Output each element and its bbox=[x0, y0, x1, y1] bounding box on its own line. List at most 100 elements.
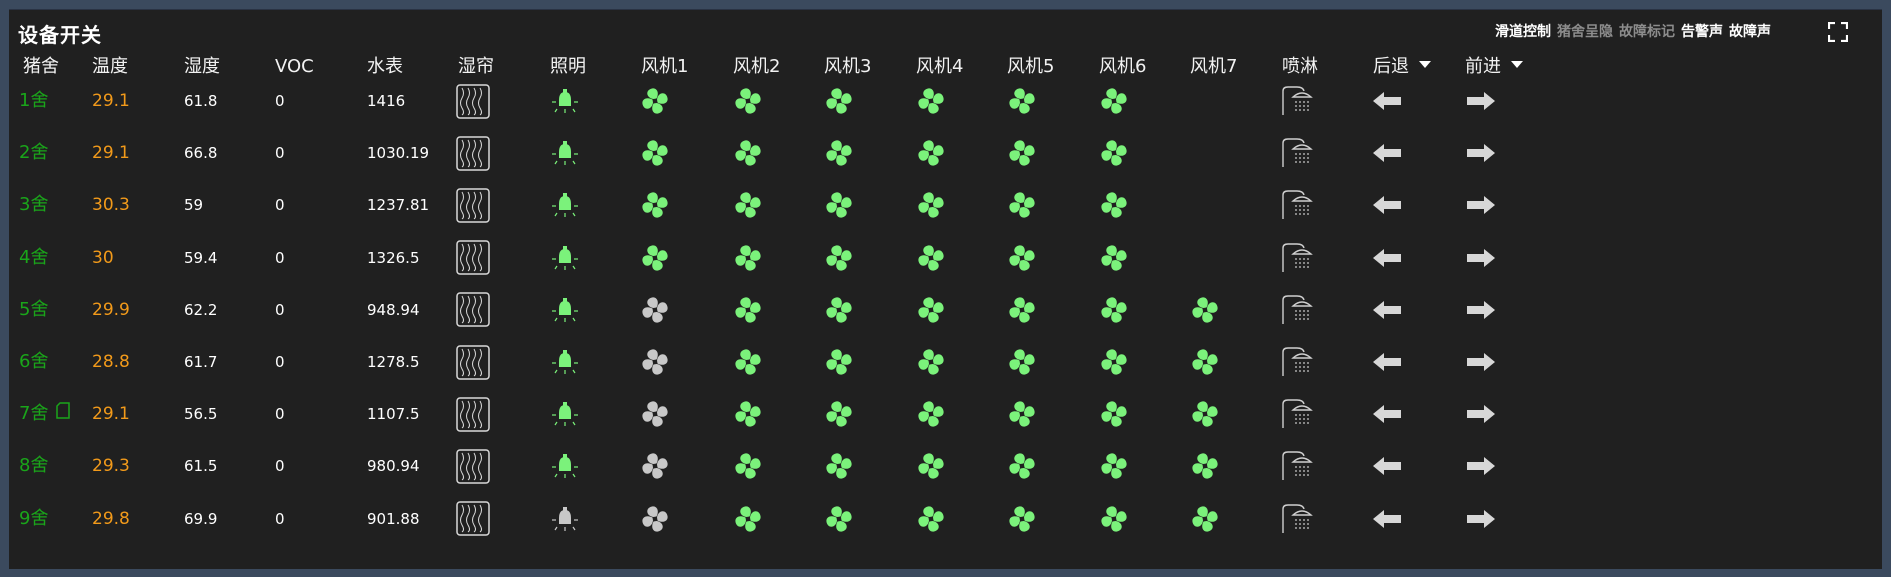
spray-shower-icon[interactable] bbox=[1277, 284, 1317, 336]
farm-name-cell[interactable]: 4舍 bbox=[19, 232, 48, 284]
farm-name-cell[interactable]: 9舍 bbox=[19, 493, 48, 545]
fan1-icon[interactable] bbox=[635, 232, 675, 284]
fan3-icon[interactable] bbox=[819, 284, 859, 336]
fan6-icon[interactable] bbox=[1094, 75, 1134, 127]
toolbar-slide-control[interactable]: 滑道控制 bbox=[1495, 21, 1551, 41]
arrow-left-icon[interactable] bbox=[1367, 493, 1407, 545]
fan1-icon[interactable] bbox=[635, 75, 675, 127]
fan4-icon[interactable] bbox=[911, 179, 951, 231]
fan5-icon[interactable] bbox=[1002, 284, 1042, 336]
fan5-icon[interactable] bbox=[1002, 179, 1042, 231]
fan1-icon[interactable] bbox=[635, 388, 675, 440]
fan6-icon[interactable] bbox=[1094, 388, 1134, 440]
arrow-left-icon[interactable] bbox=[1367, 440, 1407, 492]
arrow-right-icon[interactable] bbox=[1461, 232, 1501, 284]
spray-shower-icon[interactable] bbox=[1277, 493, 1317, 545]
fullscreen-icon[interactable] bbox=[1827, 21, 1849, 43]
arrow-left-icon[interactable] bbox=[1367, 127, 1407, 179]
fan7-icon[interactable] bbox=[1185, 440, 1225, 492]
fan6-icon[interactable] bbox=[1094, 179, 1134, 231]
fan2-icon[interactable] bbox=[728, 388, 768, 440]
wet-curtain-icon[interactable] bbox=[453, 127, 493, 179]
arrow-right-icon[interactable] bbox=[1461, 179, 1501, 231]
farm-name-cell[interactable]: 1舍 bbox=[19, 75, 48, 127]
toolbar-hide-pens[interactable]: 猪舍呈隐 bbox=[1557, 21, 1613, 41]
spray-shower-icon[interactable] bbox=[1277, 440, 1317, 492]
fan2-icon[interactable] bbox=[728, 75, 768, 127]
fan3-icon[interactable] bbox=[819, 440, 859, 492]
arrow-left-icon[interactable] bbox=[1367, 388, 1407, 440]
fan1-icon[interactable] bbox=[635, 179, 675, 231]
farm-name-cell[interactable]: 6舍 bbox=[19, 336, 48, 388]
spray-shower-icon[interactable] bbox=[1277, 127, 1317, 179]
toolbar-alarm-sound[interactable]: 告警声 bbox=[1681, 21, 1723, 41]
fan3-icon[interactable] bbox=[819, 336, 859, 388]
fan2-icon[interactable] bbox=[728, 127, 768, 179]
arrow-right-icon[interactable] bbox=[1461, 493, 1501, 545]
arrow-left-icon[interactable] bbox=[1367, 232, 1407, 284]
fan3-icon[interactable] bbox=[819, 232, 859, 284]
fan6-icon[interactable] bbox=[1094, 336, 1134, 388]
fan2-icon[interactable] bbox=[728, 336, 768, 388]
farm-name-cell[interactable]: 3舍 bbox=[19, 179, 48, 231]
fan5-icon[interactable] bbox=[1002, 127, 1042, 179]
arrow-left-icon[interactable] bbox=[1367, 336, 1407, 388]
arrow-right-icon[interactable] bbox=[1461, 284, 1501, 336]
fan6-icon[interactable] bbox=[1094, 127, 1134, 179]
fan3-icon[interactable] bbox=[819, 179, 859, 231]
fan4-icon[interactable] bbox=[911, 493, 951, 545]
spray-shower-icon[interactable] bbox=[1277, 232, 1317, 284]
arrow-right-icon[interactable] bbox=[1461, 75, 1501, 127]
fan4-icon[interactable] bbox=[911, 440, 951, 492]
fan4-icon[interactable] bbox=[911, 75, 951, 127]
spray-shower-icon[interactable] bbox=[1277, 336, 1317, 388]
fan6-icon[interactable] bbox=[1094, 440, 1134, 492]
fan5-icon[interactable] bbox=[1002, 388, 1042, 440]
farm-name-cell[interactable]: 8舍 bbox=[19, 440, 48, 492]
wet-curtain-icon[interactable] bbox=[453, 388, 493, 440]
light-bulb-icon[interactable] bbox=[545, 440, 585, 492]
fan4-icon[interactable] bbox=[911, 284, 951, 336]
arrow-left-icon[interactable] bbox=[1367, 75, 1407, 127]
fan2-icon[interactable] bbox=[728, 179, 768, 231]
wet-curtain-icon[interactable] bbox=[453, 284, 493, 336]
arrow-right-icon[interactable] bbox=[1461, 440, 1501, 492]
arrow-left-icon[interactable] bbox=[1367, 284, 1407, 336]
fan7-icon[interactable] bbox=[1185, 336, 1225, 388]
fan1-icon[interactable] bbox=[635, 493, 675, 545]
fan6-icon[interactable] bbox=[1094, 284, 1134, 336]
fan7-icon[interactable] bbox=[1185, 284, 1225, 336]
wet-curtain-icon[interactable] bbox=[453, 493, 493, 545]
fan6-icon[interactable] bbox=[1094, 493, 1134, 545]
fan3-icon[interactable] bbox=[819, 388, 859, 440]
fan6-icon[interactable] bbox=[1094, 232, 1134, 284]
fan7-icon[interactable] bbox=[1185, 493, 1225, 545]
fan5-icon[interactable] bbox=[1002, 493, 1042, 545]
light-bulb-icon[interactable] bbox=[545, 336, 585, 388]
farm-name-cell[interactable]: 7舍 bbox=[19, 388, 71, 440]
fan1-icon[interactable] bbox=[635, 127, 675, 179]
fan5-icon[interactable] bbox=[1002, 75, 1042, 127]
farm-name-cell[interactable]: 2舍 bbox=[19, 127, 48, 179]
light-bulb-icon[interactable] bbox=[545, 232, 585, 284]
fan2-icon[interactable] bbox=[728, 440, 768, 492]
arrow-left-icon[interactable] bbox=[1367, 179, 1407, 231]
fan4-icon[interactable] bbox=[911, 336, 951, 388]
spray-shower-icon[interactable] bbox=[1277, 179, 1317, 231]
arrow-right-icon[interactable] bbox=[1461, 388, 1501, 440]
light-bulb-icon[interactable] bbox=[545, 493, 585, 545]
wet-curtain-icon[interactable] bbox=[453, 232, 493, 284]
light-bulb-icon[interactable] bbox=[545, 284, 585, 336]
fan1-icon[interactable] bbox=[635, 440, 675, 492]
farm-name-cell[interactable]: 5舍 bbox=[19, 284, 48, 336]
fan1-icon[interactable] bbox=[635, 336, 675, 388]
fan4-icon[interactable] bbox=[911, 127, 951, 179]
fan2-icon[interactable] bbox=[728, 493, 768, 545]
fan1-icon[interactable] bbox=[635, 284, 675, 336]
fan4-icon[interactable] bbox=[911, 232, 951, 284]
fan3-icon[interactable] bbox=[819, 127, 859, 179]
light-bulb-icon[interactable] bbox=[545, 127, 585, 179]
fan3-icon[interactable] bbox=[819, 75, 859, 127]
spray-shower-icon[interactable] bbox=[1277, 388, 1317, 440]
toolbar-fault-mark[interactable]: 故障标记 bbox=[1619, 21, 1675, 41]
